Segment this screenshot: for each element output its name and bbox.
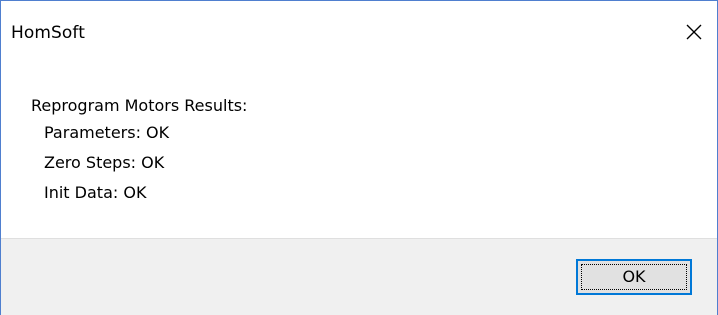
button-bar: OK (1, 238, 717, 315)
close-button[interactable] (671, 15, 717, 49)
result-parameters: Parameters: OK (44, 123, 170, 142)
message-content: Reprogram Motors Results: Parameters: OK… (1, 63, 717, 237)
close-icon (686, 24, 702, 40)
result-zero-steps: Zero Steps: OK (44, 153, 165, 172)
message-heading: Reprogram Motors Results: (31, 96, 248, 115)
message-box-dialog: HomSoft Reprogram Motors Results: Parame… (0, 0, 718, 315)
title-bar[interactable]: HomSoft (1, 1, 717, 63)
ok-button-label: OK (622, 267, 646, 286)
ok-button[interactable]: OK (576, 259, 692, 295)
result-init-data: Init Data: OK (44, 183, 147, 202)
window-title: HomSoft (11, 23, 85, 43)
